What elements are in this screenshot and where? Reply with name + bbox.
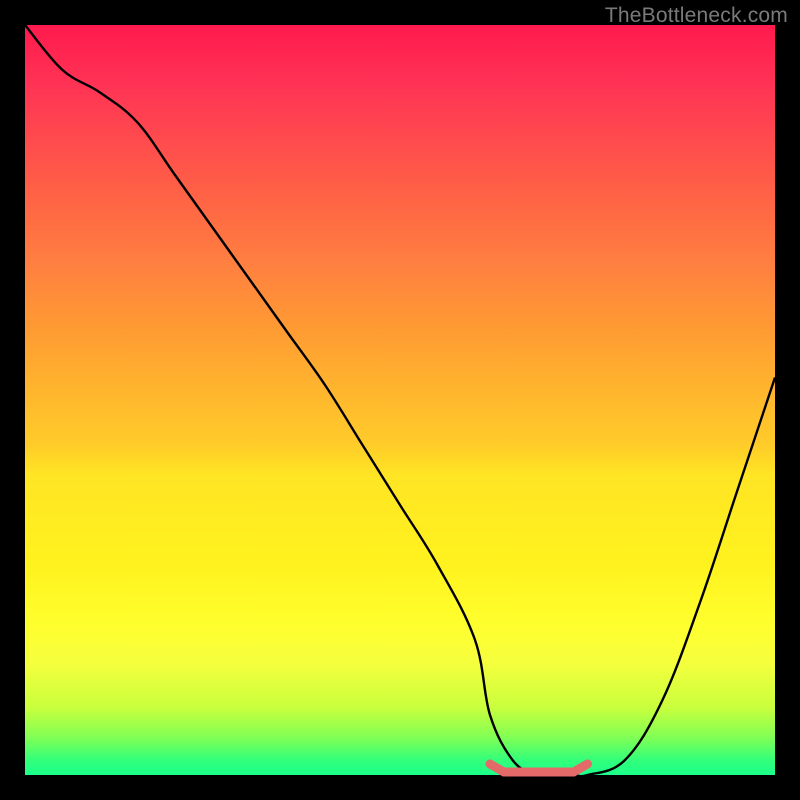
chart-curve-layer [25,25,775,775]
watermark-label: TheBottleneck.com [605,4,788,28]
optimal-range-marker [490,764,588,772]
chart-canvas: TheBottleneck.com [0,0,800,800]
bottleneck-curve [25,25,775,776]
